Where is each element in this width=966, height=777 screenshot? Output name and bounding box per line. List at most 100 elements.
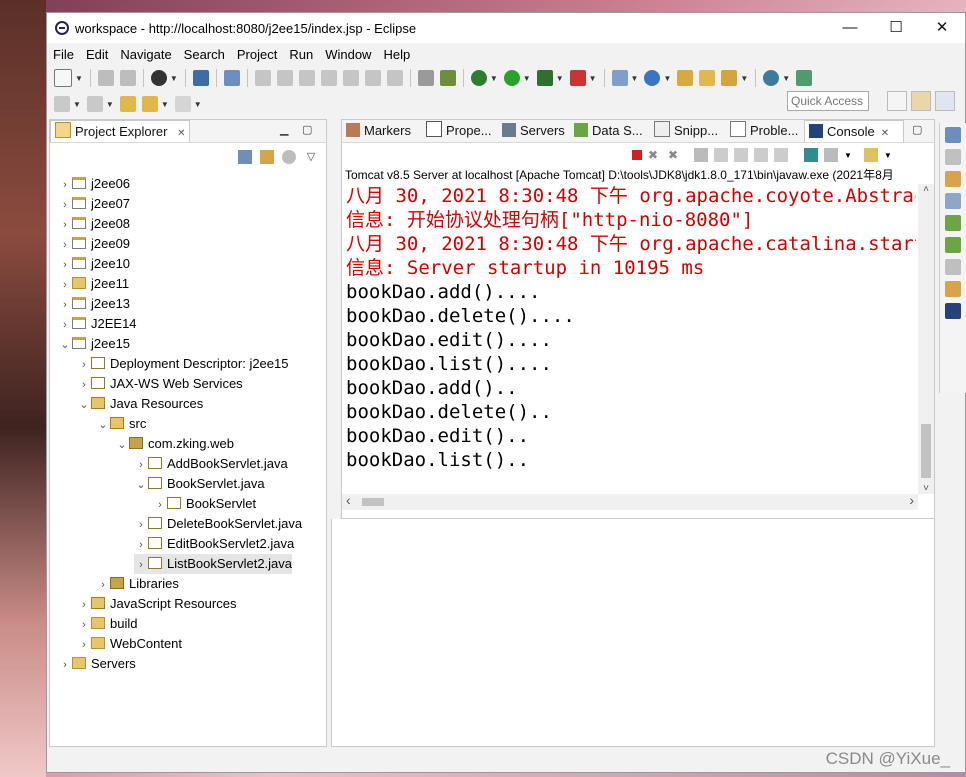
tab-snippets[interactable]: Snipp... [654, 120, 718, 142]
trim-icon-5[interactable] [945, 259, 961, 275]
tree-item[interactable]: › j2ee09 [58, 234, 130, 254]
scroll-down-icon[interactable]: ˅ [918, 483, 934, 494]
tree-item[interactable]: ⌄ Java Resources [77, 394, 203, 414]
expanded-chevron-icon[interactable]: ⌄ [58, 335, 72, 355]
tree-item[interactable]: ⌄ BookServlet.java [134, 474, 264, 494]
collapsed-chevron-icon[interactable]: › [58, 215, 72, 235]
search-tool-dropdown-icon[interactable]: ▼ [740, 74, 748, 83]
collapsed-chevron-icon[interactable]: › [96, 575, 110, 595]
console-trim-icon[interactable] [945, 303, 961, 319]
clear-console-icon[interactable] [694, 148, 708, 162]
word-wrap-icon[interactable] [734, 148, 748, 162]
link-with-editor-icon[interactable] [260, 150, 274, 164]
trim-icon-1[interactable] [945, 171, 961, 187]
tree-item[interactable]: › ListBookServlet2.java [134, 554, 293, 575]
menu-project[interactable]: Project [231, 47, 283, 62]
scroll-left-icon[interactable]: ‹ [346, 492, 351, 508]
menu-window[interactable]: Window [319, 47, 377, 62]
tree-item[interactable]: › EditBookServlet2.java [134, 534, 294, 554]
collapsed-chevron-icon[interactable]: › [58, 255, 72, 275]
tree-item[interactable]: › j2ee07 [58, 194, 130, 214]
open-console-dropdown-icon[interactable]: ▼ [884, 151, 892, 160]
show-on-stderr-icon[interactable] [774, 148, 788, 162]
resume-icon[interactable] [254, 70, 271, 86]
collapsed-chevron-icon[interactable]: › [77, 375, 91, 395]
trim-icon-4[interactable] [945, 237, 961, 253]
new-class-dropdown-icon[interactable]: ▼ [663, 74, 671, 83]
tab-problems[interactable]: Proble... [730, 120, 798, 142]
search-tool-icon[interactable] [721, 70, 738, 86]
menu-help[interactable]: Help [377, 47, 416, 62]
scroll-lock-icon[interactable] [714, 148, 728, 162]
run-server-icon[interactable] [536, 70, 553, 86]
open-type-icon[interactable] [677, 70, 694, 86]
focus-icon[interactable] [282, 150, 296, 164]
external-tools-icon[interactable] [569, 70, 586, 86]
browser-dropdown-icon[interactable]: ▼ [782, 74, 790, 83]
skip-breakpoints-icon[interactable] [223, 70, 240, 86]
tree-item[interactable]: › DeleteBookServlet.java [134, 514, 302, 534]
run-dropdown-icon[interactable]: ▼ [523, 74, 531, 83]
menu-edit[interactable]: Edit [80, 47, 114, 62]
tab-properties[interactable]: Prope... [426, 120, 492, 142]
expanded-chevron-icon[interactable]: ⌄ [96, 415, 110, 435]
validate-icon[interactable] [796, 70, 813, 86]
external-tools-dropdown-icon[interactable]: ▼ [589, 74, 597, 83]
tab-project-explorer[interactable]: Project Explorer ✕ [50, 120, 190, 142]
tree-item[interactable]: ⌄ com.zking.web [115, 434, 234, 454]
expanded-chevron-icon[interactable]: ⌄ [115, 435, 129, 455]
collapsed-chevron-icon[interactable]: › [77, 595, 91, 615]
collapsed-chevron-icon[interactable]: › [77, 355, 91, 375]
next-annotation-icon[interactable] [54, 96, 70, 112]
collapsed-chevron-icon[interactable]: › [77, 615, 91, 635]
tree-item[interactable]: › Deployment Descriptor: j2ee15 [77, 354, 288, 374]
step-over-icon[interactable] [364, 70, 381, 86]
previous-annotation-icon[interactable] [86, 96, 103, 112]
next-annotation-dropdown-icon[interactable]: ▼ [73, 100, 81, 109]
open-folder-icon[interactable] [699, 70, 716, 86]
close-view-icon[interactable]: ✕ [177, 128, 185, 139]
new-icon[interactable] [54, 69, 72, 87]
previous-annotation-dropdown-icon[interactable]: ▼ [106, 100, 114, 109]
close-console-icon[interactable]: ✕ [881, 128, 889, 139]
terminate-icon[interactable] [298, 70, 315, 86]
step-into-icon[interactable] [342, 70, 359, 86]
profile-icon[interactable] [150, 70, 167, 86]
back-icon[interactable] [141, 96, 158, 112]
tree-item[interactable]: ⌄ src [96, 414, 146, 434]
new-dropdown-icon[interactable]: ▼ [75, 74, 83, 83]
new-class-icon[interactable] [644, 70, 661, 86]
view-menu-icon[interactable]: ▽ [304, 150, 318, 164]
trim-icon-2[interactable] [945, 193, 961, 209]
collapsed-chevron-icon[interactable]: › [58, 195, 72, 215]
java-ee-perspective-icon[interactable] [911, 91, 931, 111]
drop-to-frame-icon[interactable] [417, 70, 434, 86]
tab-data-source[interactable]: Data S... [574, 120, 643, 142]
step-return-icon[interactable] [386, 70, 403, 86]
collapsed-chevron-icon[interactable]: › [58, 655, 72, 675]
outline-icon[interactable] [945, 127, 961, 143]
tab-console[interactable]: Console ✕ [804, 120, 904, 142]
restore-view-icon[interactable]: ▢ [912, 123, 922, 136]
show-on-stdout-icon[interactable] [754, 148, 768, 162]
collapse-all-icon[interactable] [238, 150, 252, 164]
open-console-icon[interactable] [863, 148, 878, 162]
tree-item[interactable]: ⌄ j2ee15 [58, 334, 130, 354]
tree-item[interactable]: › j2ee06 [58, 174, 130, 194]
tree-item[interactable]: › J2EE14 [58, 314, 136, 334]
terminate-icon[interactable] [632, 150, 642, 160]
back-dropdown-icon[interactable]: ▼ [161, 100, 169, 109]
tree-item[interactable]: › j2ee10 [58, 254, 130, 274]
close-button[interactable]: ✕ [919, 13, 965, 43]
remove-launch-icon[interactable]: ✖ [648, 148, 662, 162]
collapsed-chevron-icon[interactable]: › [134, 555, 148, 575]
tree-item[interactable]: › j2ee08 [58, 214, 130, 234]
new-server-dropdown-icon[interactable]: ▼ [631, 74, 639, 83]
tree-item[interactable]: › j2ee11 [58, 274, 129, 294]
tree-item[interactable]: › build [77, 614, 137, 634]
vertical-scroll-thumb[interactable] [921, 424, 931, 478]
horizontal-scroll-thumb[interactable] [362, 498, 384, 506]
forward-icon[interactable] [174, 96, 191, 112]
menu-file[interactable]: File [47, 47, 80, 62]
profile-dropdown-icon[interactable]: ▼ [170, 74, 178, 83]
